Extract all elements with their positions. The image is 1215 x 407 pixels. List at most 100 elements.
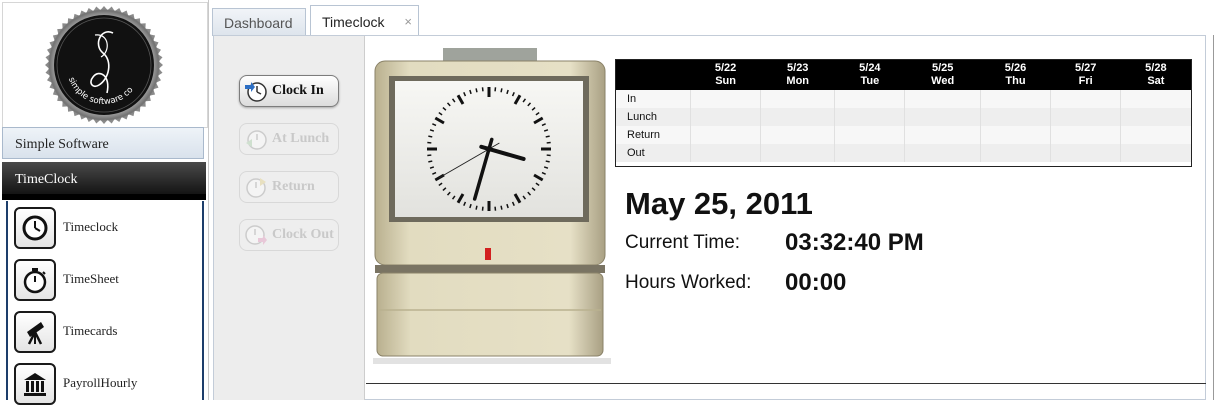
nav-item-label: TimeSheet [63, 271, 119, 287]
timecard-cell [980, 90, 1050, 108]
timecard-table: 5/22Sun5/23Mon5/24Tue5/25Wed5/26Thu5/27F… [616, 60, 1191, 162]
timecard-cell [1121, 108, 1191, 126]
timecard-cell [1051, 126, 1121, 144]
timecard-cell [761, 126, 835, 144]
timecard-cell [980, 126, 1050, 144]
clock-tick [501, 88, 502, 92]
button-label: Return [272, 179, 315, 195]
tab-timeclock[interactable]: Timeclock × [310, 5, 419, 35]
current-time-value: 03:32:40 PM [785, 229, 924, 257]
timecard-cell [761, 144, 835, 162]
day-name: Sun [691, 75, 761, 88]
timecard-cell [761, 90, 835, 108]
timecard-cell [905, 126, 980, 144]
button-label: Clock Out [272, 227, 334, 243]
day-name: Mon [761, 75, 835, 88]
at-lunch-button[interactable]: At Lunch [239, 123, 339, 155]
timeclock-machine-image [373, 48, 611, 368]
current-time-label: Current Time: [625, 232, 740, 254]
day-date: 5/28 [1121, 62, 1191, 75]
timecard-cell [691, 126, 761, 144]
day-column-header: 5/22Sun [691, 60, 761, 90]
weekly-timecard-grid: 5/22Sun5/23Mon5/24Tue5/25Wed5/26Thu5/27F… [615, 59, 1192, 167]
clock-tick [476, 206, 477, 210]
hours-worked-label: Hours Worked: [625, 272, 751, 294]
nav-list: Timeclock TimeSheet Timecards PayrollHou… [6, 201, 204, 400]
divider [1213, 35, 1214, 400]
day-name: Tue [835, 75, 905, 88]
timecard-cell [1121, 144, 1191, 162]
divider [366, 383, 1206, 384]
nav-item-timecards[interactable]: Timecards [14, 311, 200, 355]
day-date: 5/23 [761, 62, 835, 75]
clock-out-icon [243, 224, 269, 246]
day-column-header: 5/28Sat [1121, 60, 1191, 90]
day-column-header: 5/25Wed [905, 60, 980, 90]
clock-out-button[interactable]: Clock Out [239, 219, 339, 251]
nav-item-payrollhourly[interactable]: PayrollHourly [14, 363, 200, 407]
timecard-cell [905, 90, 980, 108]
day-name: Sat [1121, 75, 1191, 88]
clock-icon [14, 207, 56, 249]
row-label: Out [616, 144, 691, 162]
clock-tick [428, 161, 432, 162]
timecard-cell [1051, 108, 1121, 126]
tab-dashboard[interactable]: Dashboard [212, 8, 306, 36]
row-label: In [616, 90, 691, 108]
timecard-cell [905, 108, 980, 126]
tab-label: Timeclock [322, 14, 385, 30]
timecard-row: Out [616, 144, 1191, 162]
day-column-header: 5/27Fri [1051, 60, 1121, 90]
section-title: TimeClock [2, 162, 206, 200]
timecard-cell [691, 144, 761, 162]
day-column-header: 5/23Mon [761, 60, 835, 90]
clock-tick [546, 136, 550, 137]
company-logo: simple software co [2, 2, 208, 128]
clock-in-icon [243, 80, 269, 102]
nav-item-timeclock[interactable]: Timeclock [14, 207, 200, 251]
timecard-cell [1121, 126, 1191, 144]
logo-seal-icon: simple software co [43, 5, 165, 125]
day-column-header: 5/26Thu [980, 60, 1050, 90]
current-date: May 25, 2011 [625, 186, 813, 222]
bank-icon [14, 363, 56, 405]
close-icon[interactable]: × [404, 6, 412, 38]
action-button-panel: Clock In At Lunch Return Clock Out [214, 36, 365, 400]
clock-tick [428, 136, 432, 137]
sidebar: simple software co Simple Software TimeC… [0, 0, 209, 400]
button-label: Clock In [272, 83, 324, 99]
row-label-header [616, 60, 691, 90]
timecard-cell [1121, 90, 1191, 108]
clock-tick [546, 161, 550, 162]
return-button[interactable]: Return [239, 171, 339, 203]
timecard-cell [835, 90, 905, 108]
timecard-cell [835, 126, 905, 144]
timecard-cell [905, 144, 980, 162]
nav-item-label: Timecards [63, 323, 117, 339]
timecard-row: Return [616, 126, 1191, 144]
nav-item-timesheet[interactable]: TimeSheet [14, 259, 200, 303]
tab-label: Dashboard [224, 15, 293, 31]
timecard-cell [835, 144, 905, 162]
return-icon [243, 176, 269, 198]
day-date: 5/27 [1051, 62, 1121, 75]
nav-item-label: PayrollHourly [63, 375, 137, 391]
day-date: 5/26 [980, 62, 1050, 75]
row-label: Lunch [616, 108, 691, 126]
day-date: 5/25 [905, 62, 980, 75]
nav-item-label: Timeclock [63, 219, 118, 235]
timecard-cell [835, 108, 905, 126]
company-name: Simple Software [2, 127, 204, 159]
clock-tick [476, 88, 477, 92]
day-name: Fri [1051, 75, 1121, 88]
timecard-cell [1051, 90, 1121, 108]
timecard-cell [691, 90, 761, 108]
lunch-icon [243, 128, 269, 150]
row-label: Return [616, 126, 691, 144]
telescope-icon [14, 311, 56, 353]
day-column-header: 5/24Tue [835, 60, 905, 90]
hours-worked-value: 00:00 [785, 269, 846, 297]
tab-bar: Dashboard Timeclock × [212, 0, 1215, 36]
clock-in-button[interactable]: Clock In [239, 75, 339, 107]
timecard-cell [691, 108, 761, 126]
